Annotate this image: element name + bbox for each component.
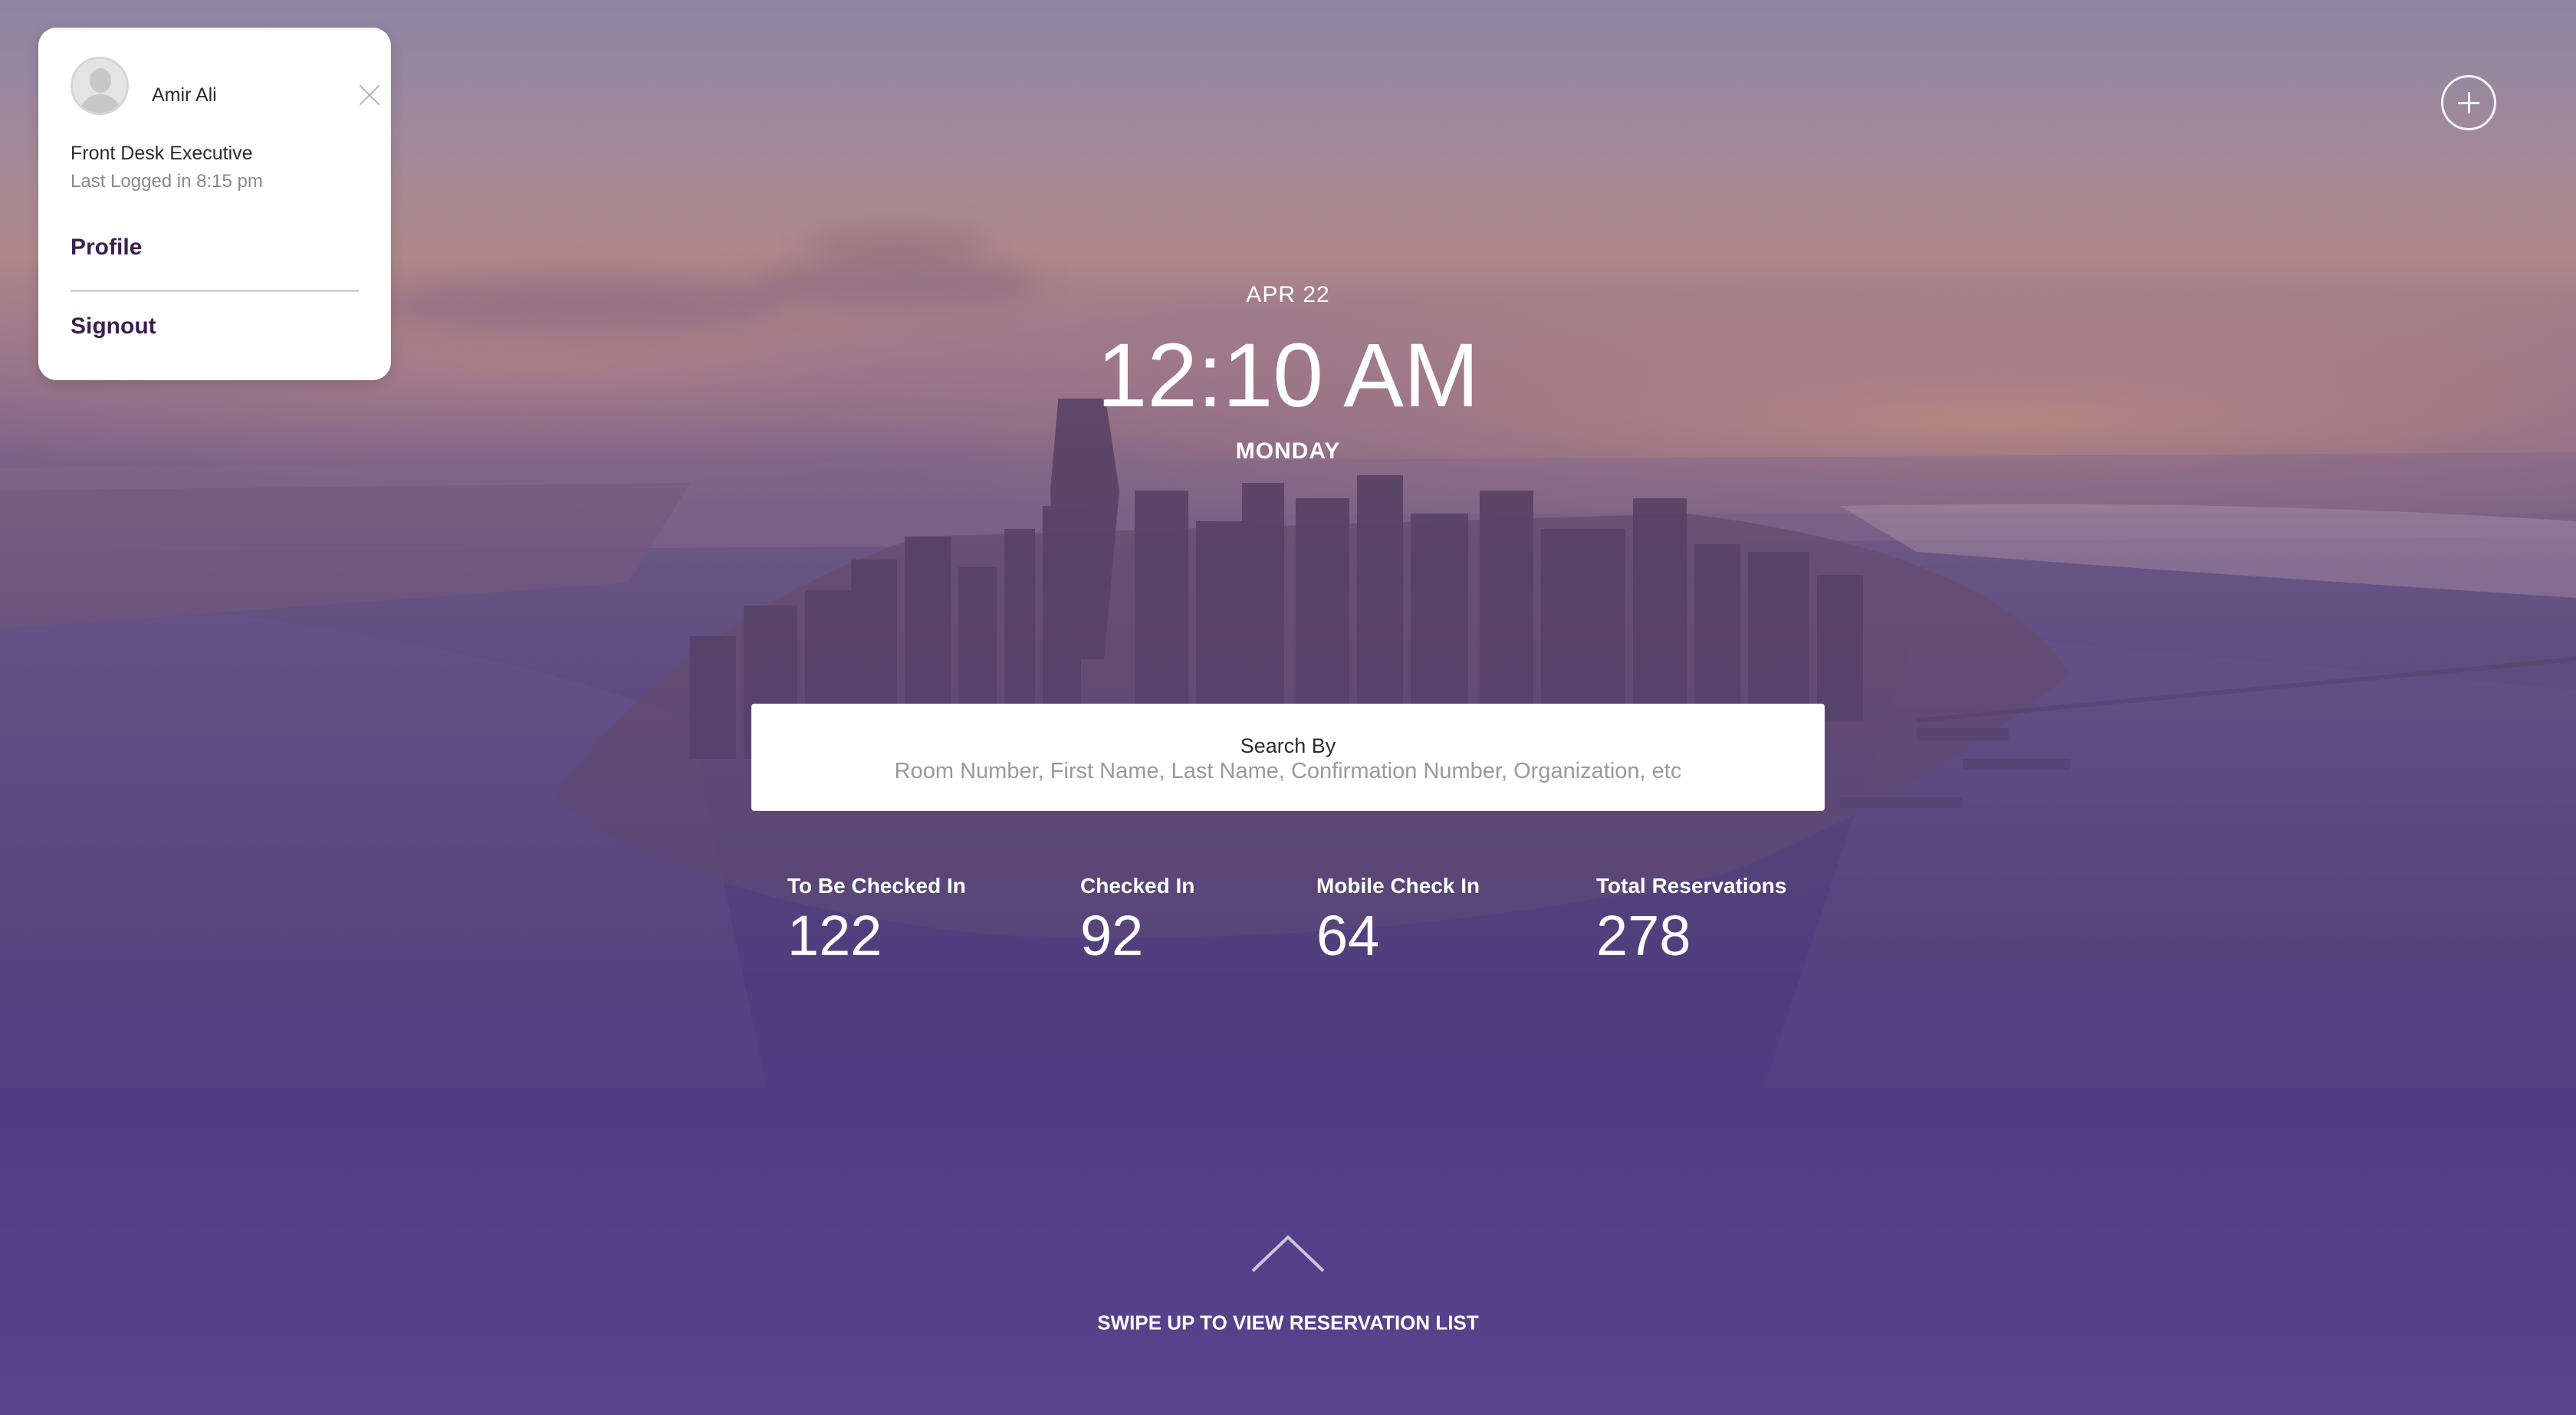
stat-label: Total Reservations: [1596, 874, 1787, 898]
stat-mobile-check-in: Mobile Check In 64: [1316, 874, 1480, 964]
stat-value: 64: [1316, 904, 1380, 967]
stat-total-reservations: Total Reservations 278: [1596, 874, 1786, 964]
stat-checked-in: Checked In 92: [1080, 874, 1194, 964]
signout-link[interactable]: Signout: [71, 314, 156, 340]
search-input[interactable]: Search By Room Number, First Name, Last …: [751, 704, 1825, 811]
chevron-up-icon[interactable]: [1250, 1233, 1326, 1275]
search-label: Search By: [1240, 734, 1336, 757]
home-screen: Amir Ali Front Desk Executive Last Logge…: [0, 0, 2576, 1415]
stat-value: 92: [1080, 904, 1144, 967]
swipe-up-hint[interactable]: SWIPE UP TO VIEW RESERVATION LIST: [1097, 1312, 1478, 1335]
user-avatar-icon: [71, 57, 129, 115]
current-day: MONDAY: [1235, 438, 1341, 464]
stat-label: Checked In: [1080, 874, 1195, 898]
last-login-text: Last Logged in 8:15 pm: [71, 171, 263, 192]
stat-label: To Be Checked In: [787, 874, 966, 898]
stat-value: 122: [787, 904, 882, 967]
profile-popover: Amir Ali Front Desk Executive Last Logge…: [38, 28, 391, 380]
stat-value: 278: [1596, 904, 1691, 967]
close-icon[interactable]: [354, 80, 385, 110]
add-plus-circle-icon[interactable]: [2441, 75, 2496, 130]
profile-link[interactable]: Profile: [71, 235, 142, 261]
user-role: Front Desk Executive: [71, 143, 253, 164]
menu-divider: [71, 290, 359, 292]
search-placeholder: Room Number, First Name, Last Name, Conf…: [894, 759, 1682, 783]
stat-label: Mobile Check In: [1316, 874, 1480, 898]
user-name: Amir Ali: [152, 84, 217, 106]
current-time: 12:10 AM: [1096, 325, 1480, 426]
stat-to-be-checked-in: To Be Checked In 122: [787, 874, 966, 964]
current-date: APR 22: [1246, 282, 1330, 307]
